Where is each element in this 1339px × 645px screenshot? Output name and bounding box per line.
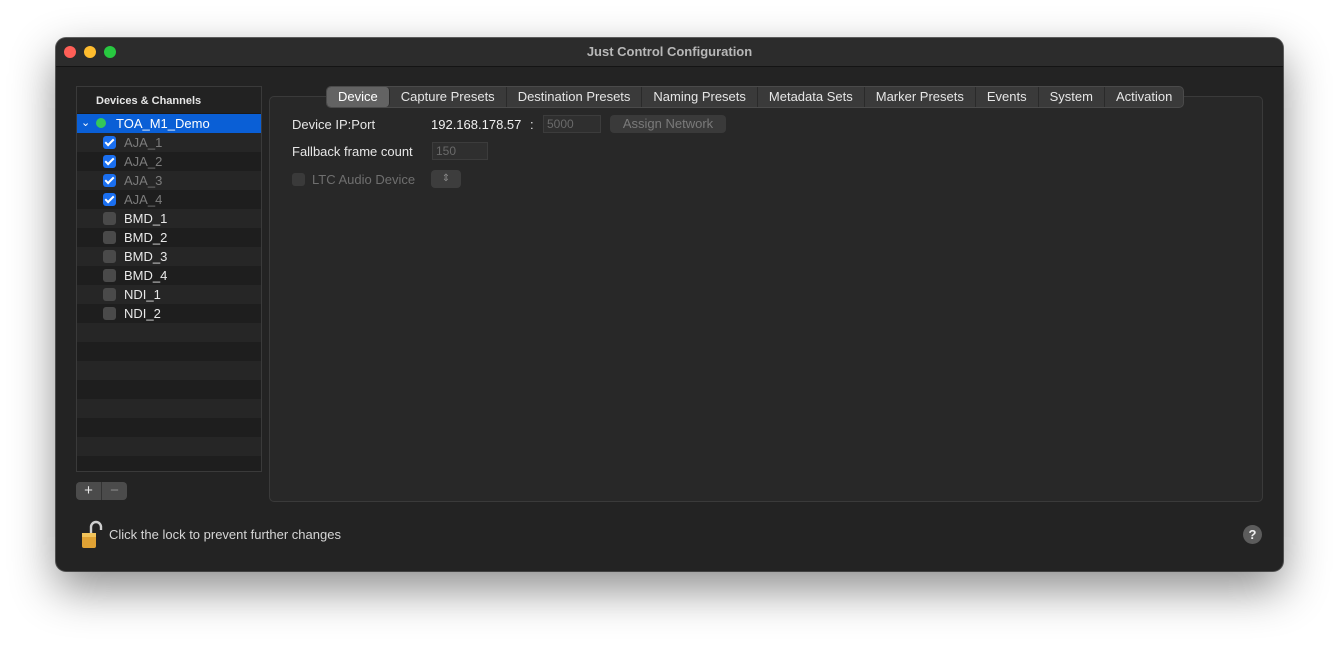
- channel-row[interactable]: BMD_2: [77, 228, 261, 247]
- port-field[interactable]: 5000: [543, 115, 601, 133]
- tab-events[interactable]: Events: [976, 87, 1039, 107]
- channel-row[interactable]: BMD_4: [77, 266, 261, 285]
- ltc-audio-popup[interactable]: ⇕: [431, 170, 461, 188]
- empty-list-row: [77, 323, 261, 342]
- empty-list-row: [77, 437, 261, 456]
- channel-checkbox[interactable]: [103, 288, 116, 301]
- empty-list-row: [77, 361, 261, 380]
- empty-list-row: [77, 418, 261, 437]
- tab-marker-presets[interactable]: Marker Presets: [865, 87, 976, 107]
- channel-label: NDI_2: [124, 306, 161, 321]
- fallback-frame-count-label: Fallback frame count: [292, 144, 413, 159]
- ltc-audio-checkbox[interactable]: [292, 173, 305, 186]
- channel-label: BMD_3: [124, 249, 168, 264]
- channel-checkbox[interactable]: [103, 307, 116, 320]
- title-bar: Just Control Configuration: [56, 38, 1283, 67]
- channel-checkbox[interactable]: [103, 231, 116, 244]
- ip-port-label: Device IP:Port: [292, 117, 376, 132]
- device-row[interactable]: ⌄ TOA_M1_Demo: [77, 114, 261, 133]
- tab-metadata-sets[interactable]: Metadata Sets: [758, 87, 865, 107]
- channel-checkbox[interactable]: [103, 250, 116, 263]
- channel-label: AJA_4: [124, 192, 163, 207]
- settings-panel: [269, 96, 1263, 502]
- channel-row[interactable]: AJA_4: [77, 190, 261, 209]
- empty-list-row: [77, 456, 261, 471]
- help-button[interactable]: ?: [1243, 525, 1262, 544]
- ip-address-value: 192.168.178.57: [431, 117, 522, 132]
- channel-label: BMD_1: [124, 211, 168, 226]
- channel-label: AJA_1: [124, 135, 163, 150]
- devices-channels-list: Devices & Channels ⌄ TOA_M1_Demo AJA_1 AJ…: [76, 86, 262, 472]
- tab-bar: Device Capture Presets Destination Presets…: [326, 86, 1185, 108]
- ip-port-separator: :: [530, 117, 534, 132]
- tab-naming-presets[interactable]: Naming Presets: [642, 87, 758, 107]
- updown-chevron-icon: ⇕: [441, 173, 451, 184]
- sidebar-header: Devices & Channels: [77, 87, 261, 114]
- channel-row[interactable]: AJA_2: [77, 152, 261, 171]
- channel-row[interactable]: NDI_1: [77, 285, 261, 304]
- chevron-down-icon[interactable]: ⌄: [81, 114, 90, 133]
- channel-list: AJA_1 AJA_2 AJA_3 AJA_4 BMD_1 BMD_2 BMD_3 BMD_4…: [77, 133, 261, 471]
- channel-checkbox[interactable]: [103, 212, 116, 225]
- channel-row[interactable]: NDI_2: [77, 304, 261, 323]
- channel-checkbox[interactable]: [103, 269, 116, 282]
- channel-checkbox[interactable]: [103, 155, 116, 168]
- channel-label: NDI_1: [124, 287, 161, 302]
- tab-destination-presets[interactable]: Destination Presets: [507, 87, 643, 107]
- channel-label: AJA_3: [124, 173, 163, 188]
- channel-label: BMD_4: [124, 268, 168, 283]
- channel-row[interactable]: BMD_3: [77, 247, 261, 266]
- ltc-audio-label: LTC Audio Device: [312, 172, 416, 187]
- channel-row[interactable]: AJA_3: [77, 171, 261, 190]
- fallback-frame-count-field[interactable]: 150: [432, 142, 488, 160]
- remove-device-button[interactable]: −: [101, 482, 127, 500]
- tab-system[interactable]: System: [1039, 87, 1105, 107]
- window-title: Just Control Configuration: [586, 44, 753, 59]
- channel-row[interactable]: AJA_1: [77, 133, 261, 152]
- channel-checkbox[interactable]: [103, 136, 116, 149]
- empty-list-row: [77, 380, 261, 399]
- unlocked-padlock-icon[interactable]: [81, 520, 103, 550]
- app-window: Just Control Configuration Devices & Cha…: [56, 38, 1283, 571]
- assign-network-button[interactable]: Assign Network: [610, 115, 726, 133]
- channel-checkbox[interactable]: [103, 193, 116, 206]
- device-label: TOA_M1_Demo: [116, 116, 210, 131]
- tab-device[interactable]: Device: [327, 87, 390, 107]
- empty-list-row: [77, 399, 261, 418]
- status-dot-icon: [96, 118, 106, 128]
- empty-list-row: [77, 342, 261, 361]
- channel-label: AJA_2: [124, 154, 163, 169]
- add-remove-control: + −: [76, 482, 127, 500]
- add-device-button[interactable]: +: [76, 482, 101, 500]
- channel-label: BMD_2: [124, 230, 168, 245]
- lock-status-text: Click the lock to prevent further change…: [109, 527, 341, 542]
- tab-capture-presets[interactable]: Capture Presets: [390, 87, 507, 107]
- channel-checkbox[interactable]: [103, 174, 116, 187]
- channel-row[interactable]: BMD_1: [77, 209, 261, 228]
- tab-activation[interactable]: Activation: [1105, 87, 1183, 107]
